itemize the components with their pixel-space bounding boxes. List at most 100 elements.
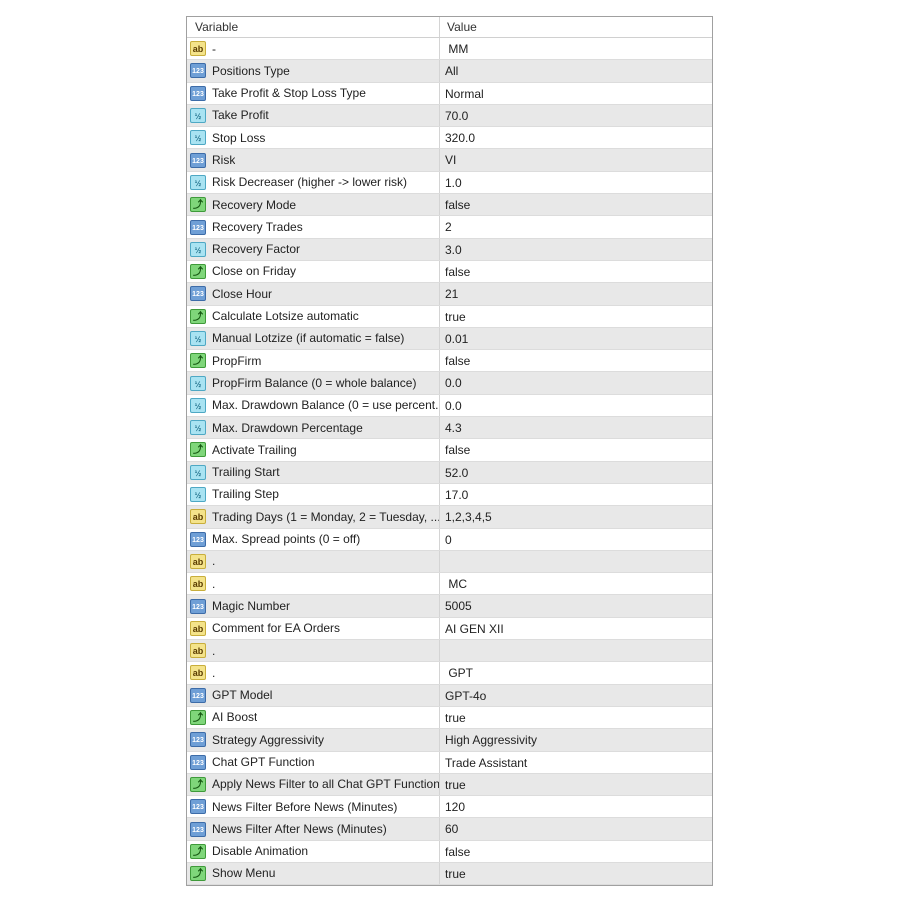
table-row[interactable]: ½ Max. Drawdown Percentage 4.3 (187, 417, 712, 440)
value-cell[interactable]: 120 (440, 796, 712, 817)
table-row[interactable]: ½ Manual Lotzize (if automatic = false) 0.… (187, 327, 712, 351)
value-cell[interactable]: false (440, 261, 712, 282)
value-cell[interactable]: 0.01 (440, 328, 712, 349)
value-cell[interactable]: 52.0 (440, 462, 712, 483)
table-row[interactable]: 123 Magic Number 5005 (187, 595, 712, 618)
value-cell[interactable]: 70.0 (440, 105, 712, 126)
variable-name: . (212, 576, 216, 591)
value-cell[interactable]: AI GEN XII (440, 618, 712, 639)
table-row[interactable]: 123 Chat GPT Function Trade Assistant (187, 751, 712, 774)
integer-type-icon: 123 (190, 821, 206, 837)
variable-name: Apply News Filter to all Chat GPT Functi… (212, 777, 439, 792)
column-header-value[interactable]: Value (440, 17, 712, 37)
value-cell[interactable]: GPT (440, 662, 712, 683)
table-row[interactable]: 123 Take Profit & Stop Loss Type Normal (187, 82, 712, 105)
value-cell[interactable]: 1.0 (440, 172, 712, 193)
value-cell[interactable]: 5005 (440, 595, 712, 616)
value-cell[interactable]: 60 (440, 818, 712, 839)
table-row[interactable]: 123 News Filter After News (Minutes) 60 (187, 818, 712, 841)
value-cell[interactable]: 4.3 (440, 417, 712, 438)
table-row[interactable]: ab Comment for EA Orders AI GEN XII (187, 617, 712, 641)
value-cell[interactable]: 17.0 (440, 484, 712, 505)
table-row[interactable]: ½ Take Profit 70.0 (187, 104, 712, 128)
table-row[interactable]: ⤴ AI Boost true (187, 706, 712, 730)
table-row[interactable]: ½ Stop Loss 320.0 (187, 127, 712, 150)
value-cell[interactable]: Normal (440, 83, 712, 104)
value-cell[interactable]: false (440, 194, 712, 215)
variable-cell: ab. (187, 662, 440, 684)
table-row[interactable]: ab. GPT (187, 662, 712, 685)
table-row[interactable]: 123 Max. Spread points (0 = off) 0 (187, 528, 712, 551)
table-row[interactable]: ab Trading Days (1 = Monday, 2 = Tuesday,… (187, 506, 712, 529)
value-cell[interactable]: true (440, 774, 712, 795)
value-cell[interactable]: true (440, 707, 712, 728)
table-row[interactable]: ab. MC (187, 573, 712, 596)
table-row[interactable]: ⤴ Show Menu true (187, 862, 712, 886)
table-row[interactable]: ½ Trailing Start 52.0 (187, 461, 712, 484)
value-cell[interactable]: VI (440, 149, 712, 170)
value-cell[interactable]: 0.0 (440, 395, 712, 416)
bool-type-icon: ⤴ (190, 264, 206, 280)
value-cell[interactable] (440, 551, 712, 572)
table-row[interactable]: ½ Recovery Factor 3.0 (187, 238, 712, 261)
table-row[interactable]: ½ PropFirm Balance (0 = whole balance) 0.0 (187, 372, 712, 395)
table-row[interactable]: 123 GPT Model GPT-4o (187, 684, 712, 707)
bool-type-icon: ⤴ (190, 353, 206, 369)
string-type-icon: ab (190, 576, 206, 592)
table-row[interactable]: ⤴ Close on Friday false (187, 260, 712, 284)
table-row[interactable]: ⤴ Recovery Mode false (187, 194, 712, 217)
table-row[interactable]: 123 News Filter Before News (Minutes) 120 (187, 796, 712, 819)
table-row[interactable]: 123 Close Hour 21 (187, 283, 712, 306)
table-row[interactable]: ½ Max. Drawdown Balance (0 = use percent.… (187, 394, 712, 418)
double-type-icon: ½ (190, 464, 206, 480)
value-cell[interactable] (440, 640, 712, 661)
value-cell[interactable]: MC (440, 573, 712, 594)
integer-type-icon: 123 (190, 85, 206, 101)
variable-name: . (212, 554, 216, 569)
table-row[interactable]: 123 Recovery Trades 2 (187, 216, 712, 239)
table-row[interactable]: ½ Trailing Step 17.0 (187, 483, 712, 507)
value-cell[interactable]: 2 (440, 216, 712, 237)
value-cell[interactable]: All (440, 60, 712, 81)
table-row[interactable]: 123 Positions Type All (187, 60, 712, 83)
table-row[interactable]: ⤴ PropFirm false (187, 350, 712, 373)
table-row[interactable]: ⤴ Apply News Filter to all Chat GPT Funct… (187, 773, 712, 797)
value-cell[interactable]: 21 (440, 283, 712, 304)
variable-name: - (212, 41, 216, 56)
value-cell[interactable]: 0 (440, 529, 712, 550)
value-cell[interactable]: High Aggressivity (440, 729, 712, 750)
double-type-icon: ½ (190, 331, 206, 346)
value-cell[interactable]: 0.0 (440, 372, 712, 393)
double-type-icon: ½ (190, 241, 206, 257)
table-row[interactable]: 123 Strategy Aggressivity High Aggressivit… (187, 729, 712, 752)
value-cell[interactable]: 320.0 (440, 127, 712, 148)
table-row[interactable]: 123 Risk VI (187, 149, 712, 172)
variable-name: News Filter Before News (Minutes) (212, 799, 398, 814)
variable-name: Trailing Start (212, 465, 280, 480)
table-row[interactable]: ⤴ Activate Trailing false (187, 439, 712, 462)
table-row[interactable]: ⤴ Calculate Lotsize automatic true (187, 305, 712, 328)
column-header-variable[interactable]: Variable (187, 17, 440, 37)
value-cell[interactable]: 1,2,3,4,5 (440, 506, 712, 527)
value-cell[interactable]: false (440, 350, 712, 371)
table-row[interactable]: ½ Risk Decreaser (higher -> lower risk) 1.… (187, 171, 712, 195)
value-cell[interactable]: false (440, 439, 712, 460)
value-cell[interactable]: false (440, 841, 712, 862)
value-cell[interactable]: Trade Assistant (440, 752, 712, 773)
value-cell[interactable]: GPT-4o (440, 685, 712, 706)
variable-cell: 123 News Filter Before News (Minutes) (187, 796, 440, 818)
table-row[interactable]: ⤴ Disable Animation false (187, 840, 712, 863)
variable-cell: 123 Risk (187, 149, 440, 171)
variable-cell: ⤴ Activate Trailing (187, 439, 440, 461)
table-row[interactable]: ab. (187, 550, 712, 574)
string-type-icon: ab (190, 553, 206, 569)
value-cell[interactable]: true (440, 306, 712, 327)
table-row[interactable]: ab - MM (187, 38, 712, 61)
value-cell[interactable]: MM (440, 38, 712, 59)
value-cell[interactable]: 3.0 (440, 239, 712, 260)
value-cell[interactable]: true (440, 863, 712, 884)
table-row[interactable]: ab. (187, 640, 712, 663)
string-type-icon: ab (190, 665, 206, 681)
variable-cell: ⤴ Show Menu (187, 862, 440, 885)
variable-cell: 123 Max. Spread points (0 = off) (187, 528, 440, 550)
